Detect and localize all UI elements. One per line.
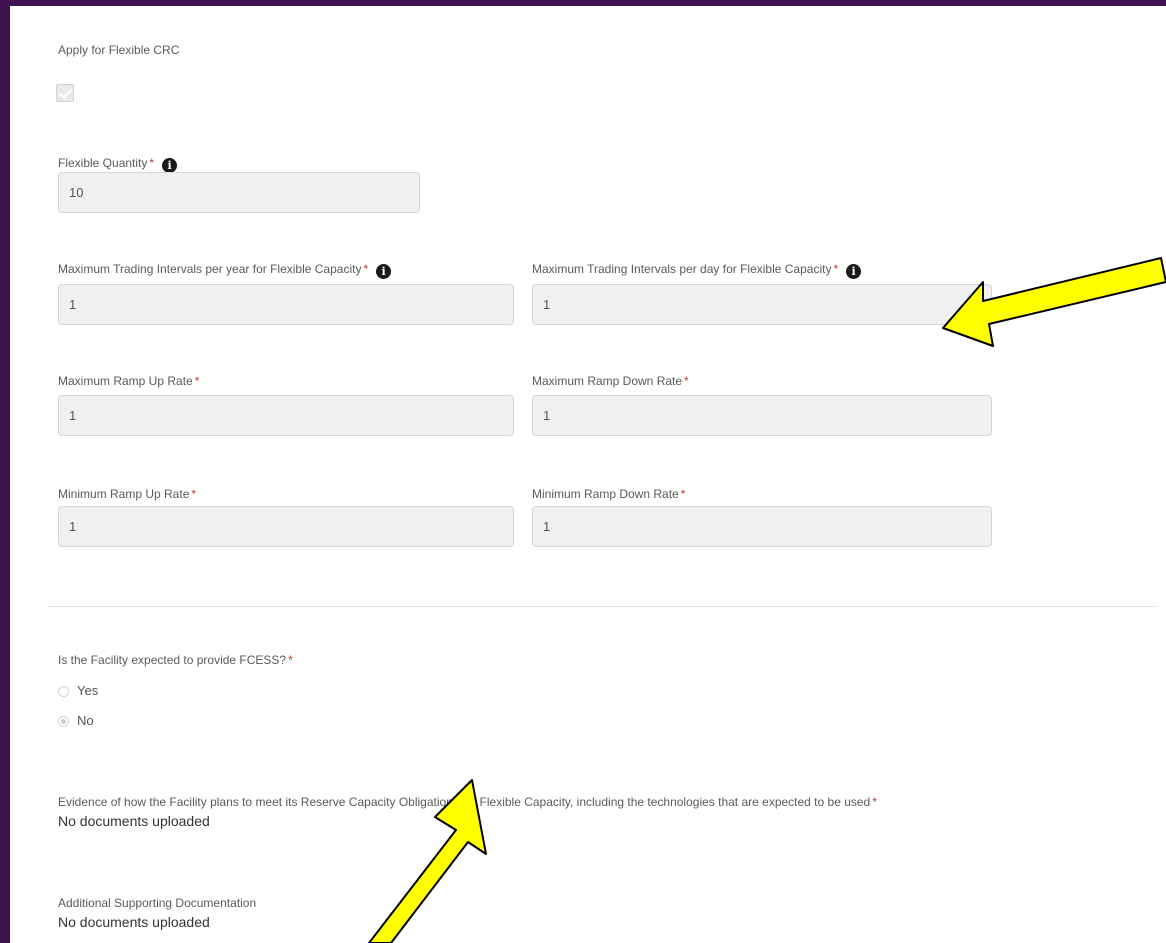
annotation-arrow-bottom [368, 779, 487, 943]
annotation-arrows [368, 257, 1166, 943]
annotation-arrow-right [942, 257, 1166, 347]
